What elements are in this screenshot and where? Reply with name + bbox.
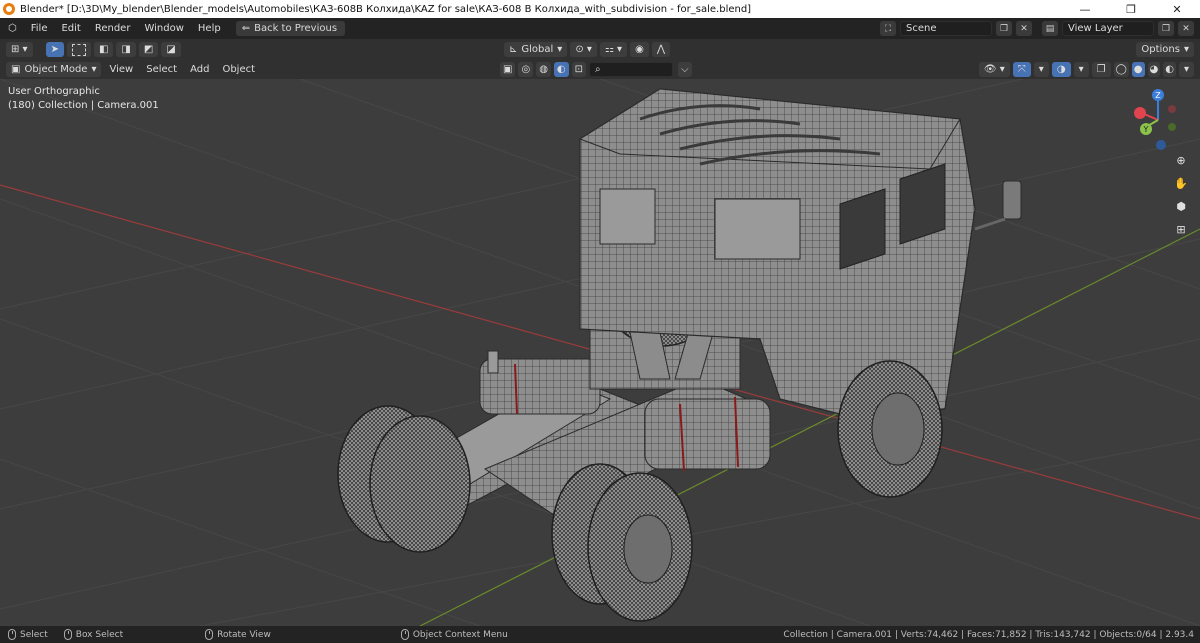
maximize-button[interactable]: ❐ xyxy=(1108,0,1154,18)
menu-object[interactable]: Object xyxy=(217,64,260,75)
y-axis-label: Y xyxy=(1143,125,1149,134)
shading-rendered-icon[interactable]: ◐ xyxy=(1163,62,1176,77)
filter-camera-icon[interactable]: ◎ xyxy=(518,62,534,77)
shading-solid-icon[interactable]: ● xyxy=(1131,62,1145,77)
options-dropdown[interactable]: Options ▾ xyxy=(1136,42,1194,57)
overlay-toggle[interactable]: ◑ xyxy=(1051,62,1071,77)
search-input[interactable]: ⌕ xyxy=(589,62,674,77)
proportional-edit-toggle[interactable]: ◉ xyxy=(630,42,649,57)
window-title: Blender* [D:\3D\My_blender\Blender_model… xyxy=(20,3,752,15)
filter-object-icon[interactable]: ◐ xyxy=(553,62,569,77)
options-label: Options xyxy=(1141,44,1180,55)
scene-new-icon[interactable]: ❐ xyxy=(996,21,1012,36)
object-mode-icon: ▣ xyxy=(11,64,21,75)
view-layer-field[interactable]: View Layer xyxy=(1062,21,1154,36)
x-axis-icon[interactable] xyxy=(1134,107,1146,119)
select-mode-intersect[interactable]: ◪ xyxy=(161,42,181,57)
search-options-icon[interactable]: ⌵ xyxy=(678,62,692,77)
select-mode-invert[interactable]: ◩ xyxy=(138,42,159,57)
falloff-dropdown[interactable]: ⋀ xyxy=(651,42,671,57)
menu-help[interactable]: Help xyxy=(191,18,228,39)
pan-hand-icon[interactable]: ✋ xyxy=(1172,174,1190,192)
select-tool-button[interactable]: ➤ xyxy=(45,42,64,57)
select-mode-new[interactable] xyxy=(66,42,91,57)
zoom-icon[interactable]: ⊕ xyxy=(1172,151,1190,169)
filter-light-icon[interactable]: ◍ xyxy=(536,62,551,77)
orientation-dropdown[interactable]: ⊾ Global ▾ xyxy=(504,42,568,57)
mode-label: Object Mode xyxy=(24,64,88,75)
select-mode-extend[interactable]: ◧ xyxy=(93,42,114,57)
xray-toggle[interactable]: ❐ xyxy=(1091,62,1111,77)
hint-box-select: Box Select xyxy=(75,629,124,640)
mouse-box-icon xyxy=(63,629,72,640)
mouse-middle-icon xyxy=(205,629,214,640)
view-layer-icon[interactable]: ▤ xyxy=(1042,21,1058,36)
editor-type-dropdown[interactable]: ⊞ ▾ xyxy=(6,42,33,57)
snap-toggle[interactable]: ⚏ ▾ xyxy=(599,42,628,57)
close-button[interactable]: ✕ xyxy=(1154,0,1200,18)
window-titlebar: Blender* [D:\3D\My_blender\Blender_model… xyxy=(0,0,1200,18)
3d-viewport[interactable]: User Orthographic (180) Collection | Cam… xyxy=(0,79,1200,626)
mouse-left-icon xyxy=(8,629,16,640)
orientation-label: Global xyxy=(521,44,554,55)
hint-context-menu: Object Context Menu xyxy=(412,629,508,640)
overlay-dropdown[interactable]: ▾ xyxy=(1073,62,1089,77)
gizmo-toggle[interactable]: ⤧ xyxy=(1012,62,1031,77)
z-axis-label: Z xyxy=(1155,91,1161,100)
orientation-icon: ⊾ xyxy=(509,44,518,55)
menu-file[interactable]: File xyxy=(24,18,55,39)
back-to-previous-button[interactable]: ⇐ Back to Previous xyxy=(235,21,346,36)
blender-logo-icon xyxy=(3,3,15,15)
menu-window[interactable]: Window xyxy=(137,18,190,39)
ortho-grid-icon[interactable]: ⊞ xyxy=(1172,220,1190,238)
tool-header: ⊞ ▾ ➤ ◧ ◨ ◩ ◪ ⊾ Global ▾ ⊙ ▾ ⚏ ▾ ◉ ⋀ Optio… xyxy=(0,39,1200,60)
menu-edit[interactable]: Edit xyxy=(54,18,87,39)
menu-render[interactable]: Render xyxy=(88,18,138,39)
scene-field[interactable]: Scene xyxy=(900,21,992,36)
filter-mesh-icon[interactable]: ▣ xyxy=(500,62,516,77)
menu-view[interactable]: View xyxy=(104,64,138,75)
view-layer-new-icon[interactable]: ❐ xyxy=(1158,21,1174,36)
scene-icon[interactable]: ⛶ xyxy=(880,21,896,36)
select-mode-subtract[interactable]: ◨ xyxy=(116,42,136,57)
menu-select[interactable]: Select xyxy=(141,64,182,75)
shading-material-icon[interactable]: ◕ xyxy=(1147,62,1161,77)
minimize-button[interactable]: — xyxy=(1062,0,1108,18)
gizmo-dropdown[interactable]: ▾ xyxy=(1033,62,1049,77)
camera-view-icon[interactable]: ⬢ xyxy=(1172,197,1190,215)
scene-remove-icon[interactable]: ✕ xyxy=(1016,21,1032,36)
shading-dropdown[interactable]: ▾ xyxy=(1178,62,1194,77)
view-name-label: User Orthographic xyxy=(8,86,100,97)
pivot-dropdown[interactable]: ⊙ ▾ xyxy=(570,42,597,57)
navigation-gizmo[interactable]: Z Y xyxy=(1128,85,1188,155)
filter-empty-icon[interactable]: ⊡ xyxy=(571,62,587,77)
view-layer-remove-icon[interactable]: ✕ xyxy=(1178,21,1194,36)
status-bar: Select Box Select Rotate View Object Con… xyxy=(0,626,1200,643)
visibility-dropdown[interactable]: 👁 ▾ xyxy=(978,62,1010,77)
back-to-previous-label: Back to Previous xyxy=(254,23,338,34)
top-menubar: ⬡ File Edit Render Window Help ⇐ Back to… xyxy=(0,18,1200,39)
scene-statistics: Collection | Camera.001 | Verts:74,462 |… xyxy=(783,629,1194,640)
shading-wireframe-icon[interactable]: ◯ xyxy=(1113,62,1129,77)
viewport-scene xyxy=(0,79,1200,626)
blender-menu-icon[interactable]: ⬡ xyxy=(0,18,24,39)
hint-rotate-view: Rotate View xyxy=(217,629,271,640)
collection-info-label: (180) Collection | Camera.001 xyxy=(8,100,159,111)
search-icon: ⌕ xyxy=(595,64,601,75)
back-icon: ⇐ xyxy=(241,23,251,34)
viewport-header: ▣ Object Mode ▾ View Select Add Object ▣ … xyxy=(0,60,1200,79)
menu-add[interactable]: Add xyxy=(185,64,214,75)
mode-dropdown[interactable]: ▣ Object Mode ▾ xyxy=(6,62,102,77)
mouse-right-icon xyxy=(400,629,409,640)
hint-select: Select xyxy=(20,629,48,640)
